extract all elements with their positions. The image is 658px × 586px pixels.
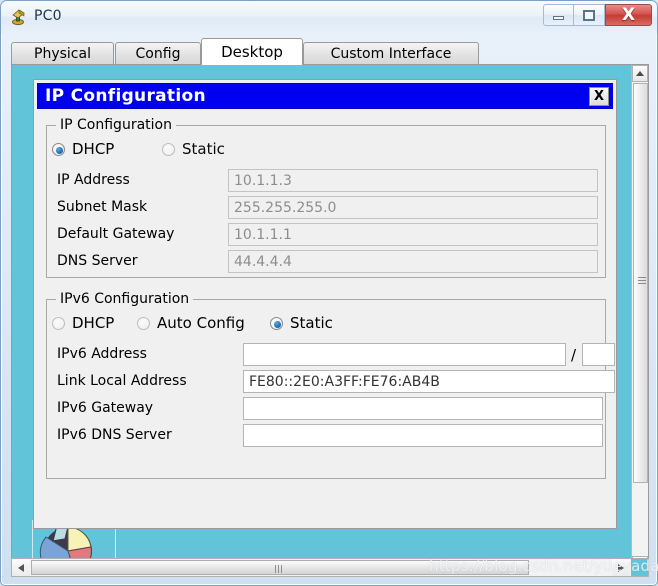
maximize-icon bbox=[583, 9, 595, 21]
ipv6-gateway-label: IPv6 Gateway bbox=[57, 400, 154, 416]
field-row-link-local-address: Link Local Address FE80::2E0:A3FF:FE76:A… bbox=[47, 370, 615, 394]
tab-label: Desktop bbox=[221, 43, 283, 61]
ipv4-group: IP Configuration DHCP Static IP Address … bbox=[46, 117, 606, 278]
ipv6-radio-auto-config[interactable]: Auto Config bbox=[137, 314, 245, 332]
ip-config-dialog-titlebar[interactable]: IP Configuration X bbox=[37, 83, 613, 109]
field-row-subnet-mask: Subnet Mask 255.255.255.0 bbox=[47, 196, 605, 220]
field-row-default-gateway: Default Gateway 10.1.1.1 bbox=[47, 223, 605, 247]
tab-custom-interface[interactable]: Custom Interface bbox=[303, 42, 479, 65]
ipv6-prefix-length-input[interactable] bbox=[582, 343, 615, 366]
tab-label: Config bbox=[135, 46, 181, 62]
prefix-separator: / bbox=[571, 346, 577, 364]
window-controls: X bbox=[543, 4, 652, 27]
ipv6-group: IPv6 Configuration DHCP Auto Config Stat… bbox=[46, 291, 615, 479]
tab-label: Custom Interface bbox=[330, 46, 452, 62]
tab-strip: Physical Config Desktop Custom Interface bbox=[11, 38, 649, 65]
close-button[interactable]: X bbox=[605, 4, 652, 26]
ipv6-dns-server-input[interactable] bbox=[243, 424, 603, 447]
ipv6-dns-server-label: IPv6 DNS Server bbox=[57, 427, 172, 443]
grip-icon bbox=[275, 565, 284, 573]
dns-server-label: DNS Server bbox=[57, 253, 138, 269]
ipv6-radio-dhcp-label: DHCP bbox=[72, 314, 115, 332]
ipv6-address-input[interactable] bbox=[243, 343, 566, 366]
ipv4-radio-static-label: Static bbox=[182, 140, 225, 158]
ipv6-radio-dhcp[interactable]: DHCP bbox=[52, 314, 114, 332]
subnet-mask-label: Subnet Mask bbox=[57, 199, 148, 215]
ipv6-group-label: IPv6 Configuration bbox=[56, 291, 194, 307]
ipv6-address-label: IPv6 Address bbox=[57, 346, 147, 362]
ipv6-radio-static-label: Static bbox=[290, 314, 333, 332]
tab-desktop[interactable]: Desktop bbox=[201, 38, 303, 65]
tab-config[interactable]: Config bbox=[115, 42, 201, 65]
field-row-ip-address: IP Address 10.1.1.3 bbox=[47, 169, 605, 193]
tab-label: Physical bbox=[34, 46, 91, 62]
field-row-ipv6-dns-server: IPv6 DNS Server bbox=[47, 424, 605, 448]
triangle-up-icon bbox=[636, 71, 644, 76]
minimize-icon bbox=[553, 15, 564, 20]
ipv4-radio-dhcp-label: DHCP bbox=[72, 140, 115, 158]
ipv4-radio-dhcp[interactable]: DHCP bbox=[52, 140, 114, 158]
scroll-left-button[interactable] bbox=[12, 559, 30, 576]
ipv4-group-label: IP Configuration bbox=[56, 117, 176, 133]
link-local-address-label: Link Local Address bbox=[57, 373, 187, 389]
ipv4-radio-static[interactable]: Static bbox=[162, 140, 225, 158]
desktop-canvas[interactable]: Dialer Editor Firewall t bbox=[12, 65, 648, 573]
default-gateway-input[interactable]: 10.1.1.1 bbox=[228, 223, 598, 246]
grip-icon bbox=[638, 277, 646, 285]
dns-server-input[interactable]: 44.4.4.4 bbox=[228, 250, 598, 273]
vertical-scroll-thumb[interactable] bbox=[633, 83, 648, 483]
radio-dhcp-icon bbox=[52, 316, 65, 330]
radio-static-icon bbox=[270, 316, 283, 330]
pc0-window: PC0 X Physical Config Desktop Custom Int… bbox=[0, 0, 658, 586]
field-row-ipv6-gateway: IPv6 Gateway bbox=[47, 397, 605, 421]
ip-config-dialog-body: IP Configuration DHCP Static IP Address … bbox=[37, 111, 615, 525]
close-icon: X bbox=[621, 4, 636, 25]
radio-static-icon bbox=[162, 142, 175, 156]
default-gateway-label: Default Gateway bbox=[57, 226, 175, 242]
radio-dhcp-icon bbox=[52, 142, 65, 156]
ip-config-dialog-title: IP Configuration bbox=[45, 86, 206, 106]
subnet-mask-input[interactable]: 255.255.255.0 bbox=[228, 196, 598, 219]
close-x-icon: X bbox=[593, 89, 605, 104]
ip-config-close-button[interactable]: X bbox=[589, 87, 609, 106]
scroll-up-button[interactable] bbox=[632, 65, 648, 82]
window-title: PC0 bbox=[34, 8, 62, 24]
ip-configuration-dialog: IP Configuration X IP Configuration DHCP bbox=[33, 79, 617, 529]
desktop-vertical-scrollbar[interactable] bbox=[631, 65, 648, 573]
ipv6-radio-static[interactable]: Static bbox=[270, 314, 333, 332]
desktop-pane: Dialer Editor Firewall t bbox=[11, 64, 649, 574]
router-pc-icon bbox=[9, 8, 28, 27]
radio-auto-config-icon bbox=[137, 316, 150, 330]
tab-physical[interactable]: Physical bbox=[11, 42, 114, 65]
ipv6-radio-auto-config-label: Auto Config bbox=[157, 314, 245, 332]
triangle-left-icon bbox=[18, 563, 24, 572]
field-row-dns-server: DNS Server 44.4.4.4 bbox=[47, 250, 605, 274]
minimize-button[interactable] bbox=[543, 4, 574, 26]
watermark: https://blog.csdn.net/yueyadao bbox=[429, 557, 658, 575]
ip-address-label: IP Address bbox=[57, 172, 130, 188]
field-row-ipv6-address: IPv6 Address / bbox=[47, 343, 615, 367]
window-titlebar[interactable]: PC0 X bbox=[1, 1, 657, 34]
link-local-address-input[interactable]: FE80::2E0:A3FF:FE76:AB4B bbox=[243, 370, 615, 393]
ip-address-input[interactable]: 10.1.1.3 bbox=[228, 169, 598, 192]
maximize-button[interactable] bbox=[574, 4, 605, 26]
ipv6-gateway-input[interactable] bbox=[243, 397, 603, 420]
